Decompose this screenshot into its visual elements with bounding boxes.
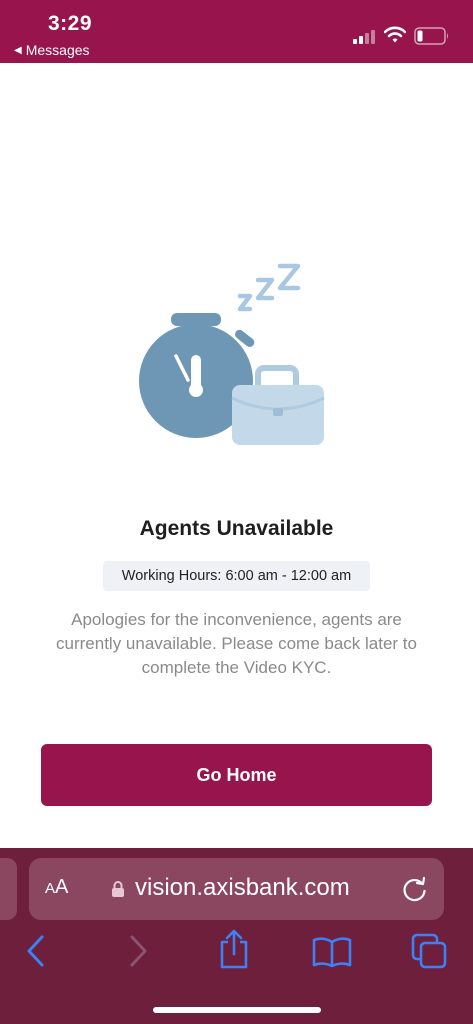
text-size-large-a: A (55, 876, 69, 898)
home-indicator (153, 1007, 321, 1013)
lock-icon (112, 881, 124, 897)
unavailable-description: Apologies for the inconvenience, agents … (56, 610, 417, 677)
forward-arrow-icon[interactable] (126, 934, 150, 968)
back-triangle-icon: ◀ (14, 44, 22, 56)
browser-toolbar: AA vision.axisbank.com (0, 848, 473, 1024)
battery-icon (414, 27, 448, 45)
go-home-button[interactable]: Go Home (41, 744, 432, 806)
sleep-zzz-icon (237, 263, 301, 312)
cellular-signal-icon (353, 30, 375, 44)
share-icon[interactable] (218, 928, 250, 970)
wifi-icon (384, 26, 406, 43)
url-text[interactable]: vision.axisbank.com (135, 874, 350, 902)
reload-icon[interactable] (401, 875, 429, 903)
text-size-small-a: A (45, 880, 56, 897)
address-bar[interactable]: AA vision.axisbank.com (29, 858, 444, 920)
text-size-button[interactable]: AA (45, 876, 68, 899)
status-time: 3:29 (48, 12, 93, 35)
page-title: Agents Unavailable (139, 517, 334, 540)
status-bar: 3:29 ◀ Messages (0, 0, 473, 63)
previous-tab-preview[interactable] (0, 858, 17, 920)
back-arrow-icon[interactable] (24, 934, 48, 968)
working-hours-badge: Working Hours: 6:00 am - 12:00 am (103, 561, 370, 591)
back-to-messages-link[interactable]: ◀ Messages (14, 42, 90, 58)
stopwatch-briefcase-sleep-illustration (139, 263, 325, 445)
tabs-icon[interactable] (410, 932, 448, 970)
back-to-messages-label: Messages (25, 42, 90, 58)
main-content: Agents Unavailable Working Hours: 6:00 a… (0, 63, 473, 848)
book-icon[interactable] (312, 936, 352, 968)
